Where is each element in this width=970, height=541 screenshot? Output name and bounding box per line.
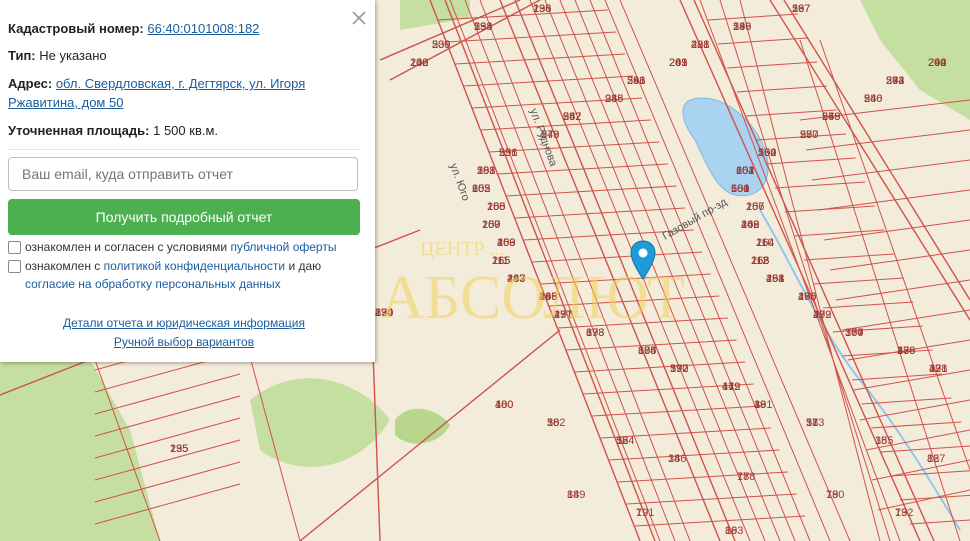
parcel-number-label: 601 — [736, 165, 754, 177]
parcel-number-label: 136 — [533, 3, 551, 15]
parcel-number-label: 596 — [499, 147, 517, 159]
parcel-number-label: 82 — [927, 453, 939, 465]
parcel-number-label: 266 — [751, 255, 769, 267]
report-details-link[interactable]: Детали отчета и юридическая информация — [63, 316, 305, 330]
parcel-number-label: 260 — [482, 219, 500, 231]
parcel-number-label: 389 — [897, 345, 915, 357]
type-row: Тип: Не указано — [8, 46, 361, 65]
parcel-number-label: 400 — [495, 399, 513, 411]
parcel-number-label: 262 — [741, 219, 759, 231]
parcel-number-label: 73 — [895, 507, 907, 519]
parcel-number-label: 50 — [547, 417, 559, 429]
cadastral-number-link[interactable]: 66:40:0101008:182 — [147, 21, 259, 36]
parcel-number-label: 55 — [474, 21, 486, 33]
offer-consent-text: ознакомлен и согласен с условиями публич… — [25, 238, 367, 256]
manual-link-row: Ручной выбор вариантов — [0, 335, 368, 349]
parcel-number-label: 54 — [733, 21, 745, 33]
parcel-number-label: 79 — [636, 507, 648, 519]
parcel-number-label: 390 — [670, 363, 688, 375]
parcel-number-label: 51 — [806, 417, 818, 429]
parcel-number-label: 290 — [928, 57, 946, 69]
parcel-number-label: 391 — [929, 363, 947, 375]
parcel-number-label: 138 — [410, 57, 428, 69]
parcel-number-label: 387 — [845, 327, 863, 339]
parcel-number-label: 579 — [822, 111, 840, 123]
parcel-number-label: 577 — [800, 129, 818, 141]
address-label: Адрес: — [8, 76, 53, 91]
parcel-number-label: 257 — [746, 201, 764, 213]
parcel-number-label: 135 — [170, 443, 188, 455]
parcel-number-label: 52 — [616, 435, 628, 447]
cadastral-row: Кадастровый номер: 66:40:0101008:182 — [8, 19, 361, 38]
area-label: Уточненная площадь: — [8, 123, 150, 138]
area-value: 1 500 кв.м. — [153, 123, 219, 138]
type-label: Тип: — [8, 48, 36, 63]
parcel-number-label: 53 — [432, 39, 444, 51]
parcel-number-label: 388 — [638, 345, 656, 357]
watermark-subtitle: ЦЕНТР ... — [420, 238, 504, 260]
parcel-number-label: 78 — [826, 489, 838, 501]
type-value: Не указано — [39, 48, 107, 63]
parcel-number-label: 292 — [886, 75, 904, 87]
parcel-number-label: 581 — [731, 183, 749, 195]
manual-selection-link[interactable]: Ручной выбор вариантов — [114, 335, 254, 349]
parcel-number-label: 264 — [756, 237, 774, 249]
privacy-consent-label-tail: и даю — [285, 259, 322, 273]
parcel-number-label: 258 — [487, 201, 505, 213]
parcel-number-label: 294 — [766, 273, 784, 285]
parcel-number-label: 77 — [737, 471, 749, 483]
parcel-number-label: 582 — [563, 111, 581, 123]
offer-consent-checkbox[interactable] — [8, 241, 21, 254]
public-offer-link[interactable]: публичной оферты — [230, 240, 336, 254]
email-input[interactable] — [8, 157, 358, 191]
offer-consent-label: ознакомлен и согласен с условиями — [25, 240, 231, 254]
parcel-number-label: 288 — [605, 93, 623, 105]
get-report-button[interactable]: Получить подробный отчет — [8, 199, 360, 235]
address-row: Адрес: обл. Свердловская, г. Дегтярск, у… — [8, 74, 361, 112]
parcel-number-label: 291 — [627, 75, 645, 87]
parcel-number-label: 56 — [792, 3, 804, 15]
parcel-number-label: 602 — [472, 183, 490, 195]
privacy-consent-label: ознакомлен с — [25, 259, 104, 273]
parcel-number-label: 86 — [725, 525, 737, 537]
parcel-number-label: 296 — [798, 291, 816, 303]
details-link-row: Детали отчета и юридическая информация — [0, 316, 368, 330]
parcel-number-label: 84 — [567, 489, 579, 501]
cadastral-label: Кадастровый номер: — [8, 21, 144, 36]
privacy-consent-text: ознакомлен с политикой конфиденциальност… — [25, 257, 367, 293]
area-row: Уточненная площадь: 1 500 кв.м. — [8, 121, 361, 140]
location-pin-icon[interactable] — [630, 240, 656, 280]
address-link[interactable]: обл. Свердловская, г. Дегтярск, ул. Игор… — [56, 76, 305, 91]
divider — [8, 149, 360, 150]
parcel-number-label: 35 — [875, 435, 887, 447]
parcel-number-label: 594 — [758, 147, 776, 159]
parcel-number-label: 442 — [722, 381, 740, 393]
parcel-number-label: 299 — [813, 309, 831, 321]
parcel-number-label: 289 — [669, 57, 687, 69]
privacy-consent-checkbox[interactable] — [8, 260, 21, 273]
parcel-info-panel: Кадастровый номер: 66:40:0101008:182 Тип… — [0, 0, 375, 362]
address-link-line2[interactable]: Ржавитина, дом 50 — [8, 95, 123, 110]
privacy-policy-link[interactable]: политикой конфиденциальности — [104, 259, 285, 273]
parcel-number-label: 580 — [864, 93, 882, 105]
parcel-number-label: 598 — [477, 165, 495, 177]
parcel-number-label: 34 — [668, 453, 680, 465]
parcel-number-label: 428 — [691, 39, 709, 51]
data-processing-consent-link[interactable]: согласие на обработку персональных данны… — [25, 277, 281, 291]
parcel-number-label: 49 — [754, 399, 766, 411]
